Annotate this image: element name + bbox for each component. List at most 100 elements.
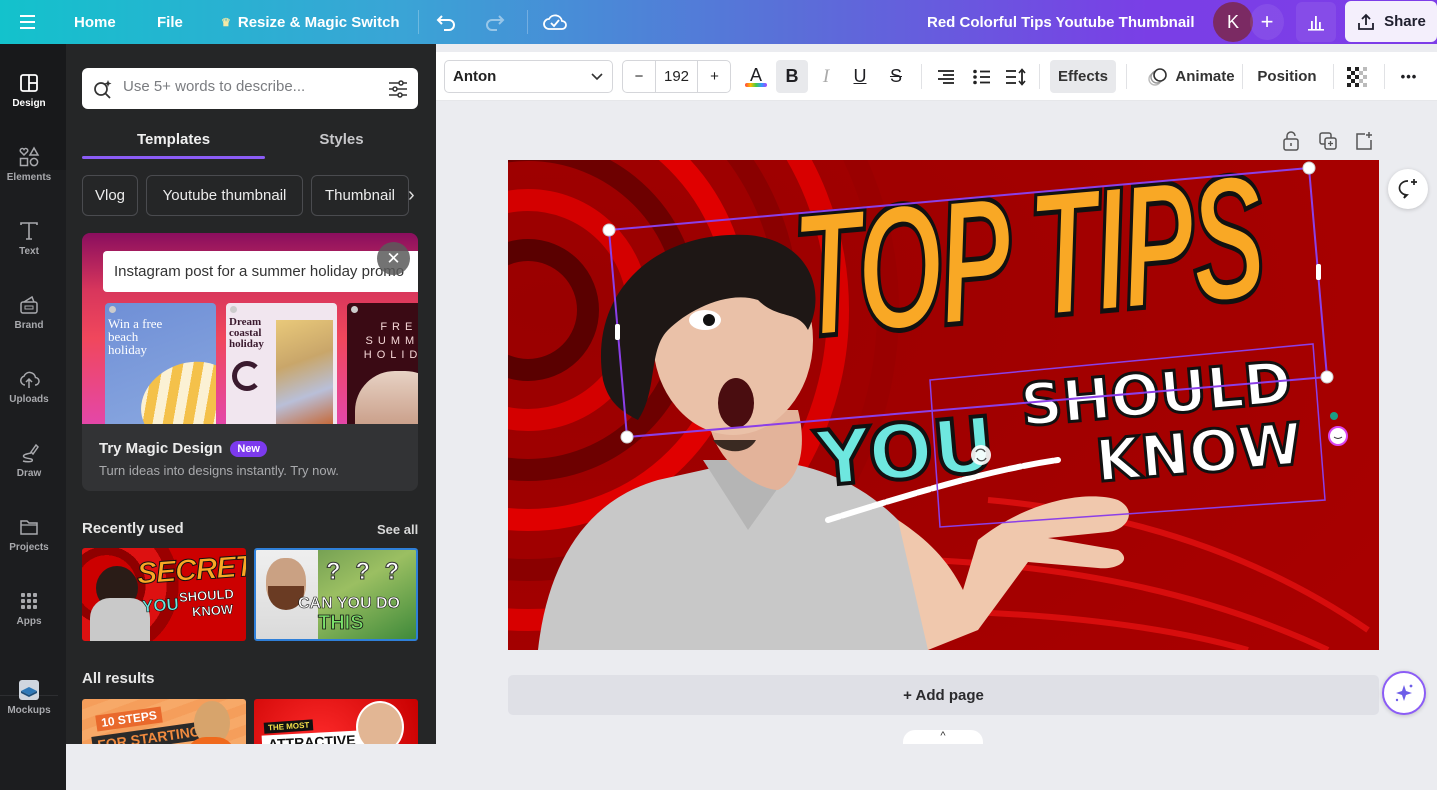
text-color-letter: A — [749, 64, 762, 85]
position-button[interactable]: Position — [1252, 60, 1322, 93]
redo-icon — [486, 15, 505, 31]
add-collaborator-button[interactable]: + — [1250, 4, 1284, 40]
template-search[interactable] — [82, 68, 418, 109]
share-button[interactable]: Share — [1345, 1, 1437, 42]
rail-label: Mockups — [7, 704, 51, 716]
grid-icon — [21, 592, 37, 609]
text-color-button[interactable]: A — [741, 60, 771, 93]
add-page-button[interactable]: + Add page — [508, 675, 1379, 715]
chevron-down-icon — [591, 73, 603, 81]
insights-button[interactable] — [1296, 2, 1336, 42]
add-new-page-button[interactable] — [1352, 129, 1376, 153]
top-bar: Home File ♛ Resize & Magic Switch Red Co… — [0, 0, 1437, 44]
magic-design-subtitle: Turn ideas into designs instantly. Try n… — [99, 463, 339, 478]
chip-thumbnail[interactable]: Thumbnail — [311, 175, 409, 216]
thumb-text: THIS — [318, 612, 364, 635]
rail-item-draw[interactable]: Draw — [0, 428, 58, 492]
spacing-button[interactable] — [1003, 60, 1029, 93]
home-link[interactable]: Home — [74, 0, 116, 44]
save-status-button[interactable] — [542, 0, 568, 44]
divider — [527, 10, 528, 34]
toolbar-divider — [1039, 64, 1040, 89]
bulleted-list-icon — [973, 69, 990, 84]
list-button[interactable] — [969, 60, 995, 93]
brand-kit-icon — [20, 295, 38, 314]
rail-item-projects[interactable]: Projects — [0, 502, 58, 566]
rail-item-text[interactable]: Text — [0, 206, 58, 270]
rail-item-uploads[interactable]: Uploads — [0, 354, 58, 418]
comment-plus-icon — [1398, 179, 1417, 199]
rail-item-mockups[interactable]: Mockups — [0, 665, 58, 729]
increase-font-size-button[interactable]: + — [698, 61, 731, 92]
rail-item-design[interactable]: Design — [0, 58, 58, 122]
align-button[interactable] — [933, 60, 959, 93]
crown-icon: ♛ — [221, 16, 231, 29]
search-input[interactable] — [123, 78, 373, 95]
toolbar-divider — [1126, 64, 1127, 89]
font-size-input[interactable]: 192 — [656, 61, 698, 92]
rail-label: Uploads — [9, 393, 49, 405]
more-options-button[interactable]: ••• — [1394, 60, 1424, 93]
close-icon: ✕ — [386, 248, 401, 268]
rail-item-apps[interactable]: Apps — [0, 576, 58, 640]
avatar[interactable]: K — [1213, 2, 1253, 42]
all-results-heading: All results — [82, 670, 155, 687]
document-title[interactable]: Red Colorful Tips Youtube Thumbnail — [927, 0, 1195, 44]
toolbar-divider — [921, 64, 922, 89]
undo-icon — [436, 15, 455, 31]
animate-button[interactable]: Animate — [1137, 60, 1245, 93]
transparency-button[interactable] — [1342, 60, 1372, 93]
bold-button[interactable]: B — [776, 60, 808, 93]
chevron-up-icon: ^ — [940, 730, 946, 742]
font-family-dropdown[interactable]: Anton — [444, 60, 613, 93]
rail-label: Apps — [16, 615, 42, 627]
resize-label: Resize & Magic Switch — [237, 13, 400, 31]
close-magic-card-button[interactable]: ✕ — [377, 242, 410, 275]
result-template-the-most-attractive[interactable]: THE MOST ATTRACTIVE — [254, 699, 418, 744]
file-menu[interactable]: File — [157, 0, 183, 44]
italic-button[interactable]: I — [812, 60, 840, 93]
text-icon — [20, 221, 38, 240]
should-know-text-layer[interactable]: SHOULD KNOW — [1016, 347, 1306, 499]
thumb-text: ? ? ? — [325, 558, 404, 586]
tab-templates[interactable]: Templates — [82, 121, 265, 157]
tab-styles[interactable]: Styles — [265, 121, 418, 157]
result-template-10-steps[interactable]: 10 STEPS FOR STARTING — [82, 699, 246, 744]
shapes-icon — [19, 145, 40, 166]
you-text: YOU — [810, 397, 1000, 505]
design-artboard[interactable]: TOP TIPS YOU SHOULD KNOW — [508, 160, 1379, 650]
magic-design-title: Try Magic Design New — [99, 440, 267, 457]
chips-next-arrow[interactable]: › — [408, 184, 415, 207]
show-pages-button[interactable]: ^ — [903, 730, 983, 744]
layout-icon — [20, 73, 38, 92]
main-menu-button[interactable] — [18, 0, 38, 44]
rail-label: Design — [12, 97, 46, 109]
cloud-check-icon — [543, 14, 567, 30]
strikethrough-button[interactable]: S — [882, 60, 910, 93]
filter-icon[interactable] — [388, 79, 408, 99]
chip-youtube-thumbnail[interactable]: Youtube thumbnail — [146, 175, 303, 216]
resize-magic-switch-button[interactable]: ♛ Resize & Magic Switch — [221, 0, 400, 44]
duplicate-page-button[interactable] — [1316, 129, 1340, 153]
animate-label: Animate — [1175, 68, 1235, 85]
undo-button[interactable] — [436, 0, 458, 44]
sample-template: Dream coastal holiday — [226, 303, 337, 424]
recent-template-can-you-do-this[interactable]: ? ? ? CAN YOU DO THIS — [254, 548, 418, 641]
see-all-link[interactable]: See all — [377, 522, 418, 537]
rail-item-brand[interactable]: Brand — [0, 280, 58, 344]
chip-vlog[interactable]: Vlog — [82, 175, 138, 216]
magic-assistant-button[interactable] — [1382, 671, 1426, 715]
folder-icon — [20, 519, 38, 535]
lock-button[interactable] — [1279, 129, 1303, 153]
recent-template-secrets[interactable]: SECRETS YOU SHOULD KNOW — [82, 548, 246, 641]
plus-icon: + — [1260, 9, 1274, 34]
effects-button[interactable]: Effects — [1050, 60, 1116, 93]
you-text-layer[interactable]: YOU — [810, 397, 1000, 505]
redo-button[interactable] — [483, 0, 505, 44]
rail-label: Elements — [6, 171, 52, 183]
rail-item-elements[interactable]: Elements — [0, 132, 58, 196]
magic-design-card[interactable]: Instagram post for a summer holiday prom… — [82, 233, 418, 491]
add-comment-button[interactable] — [1388, 169, 1428, 209]
underline-button[interactable]: U — [846, 60, 874, 93]
decrease-font-size-button[interactable]: − — [623, 61, 656, 92]
